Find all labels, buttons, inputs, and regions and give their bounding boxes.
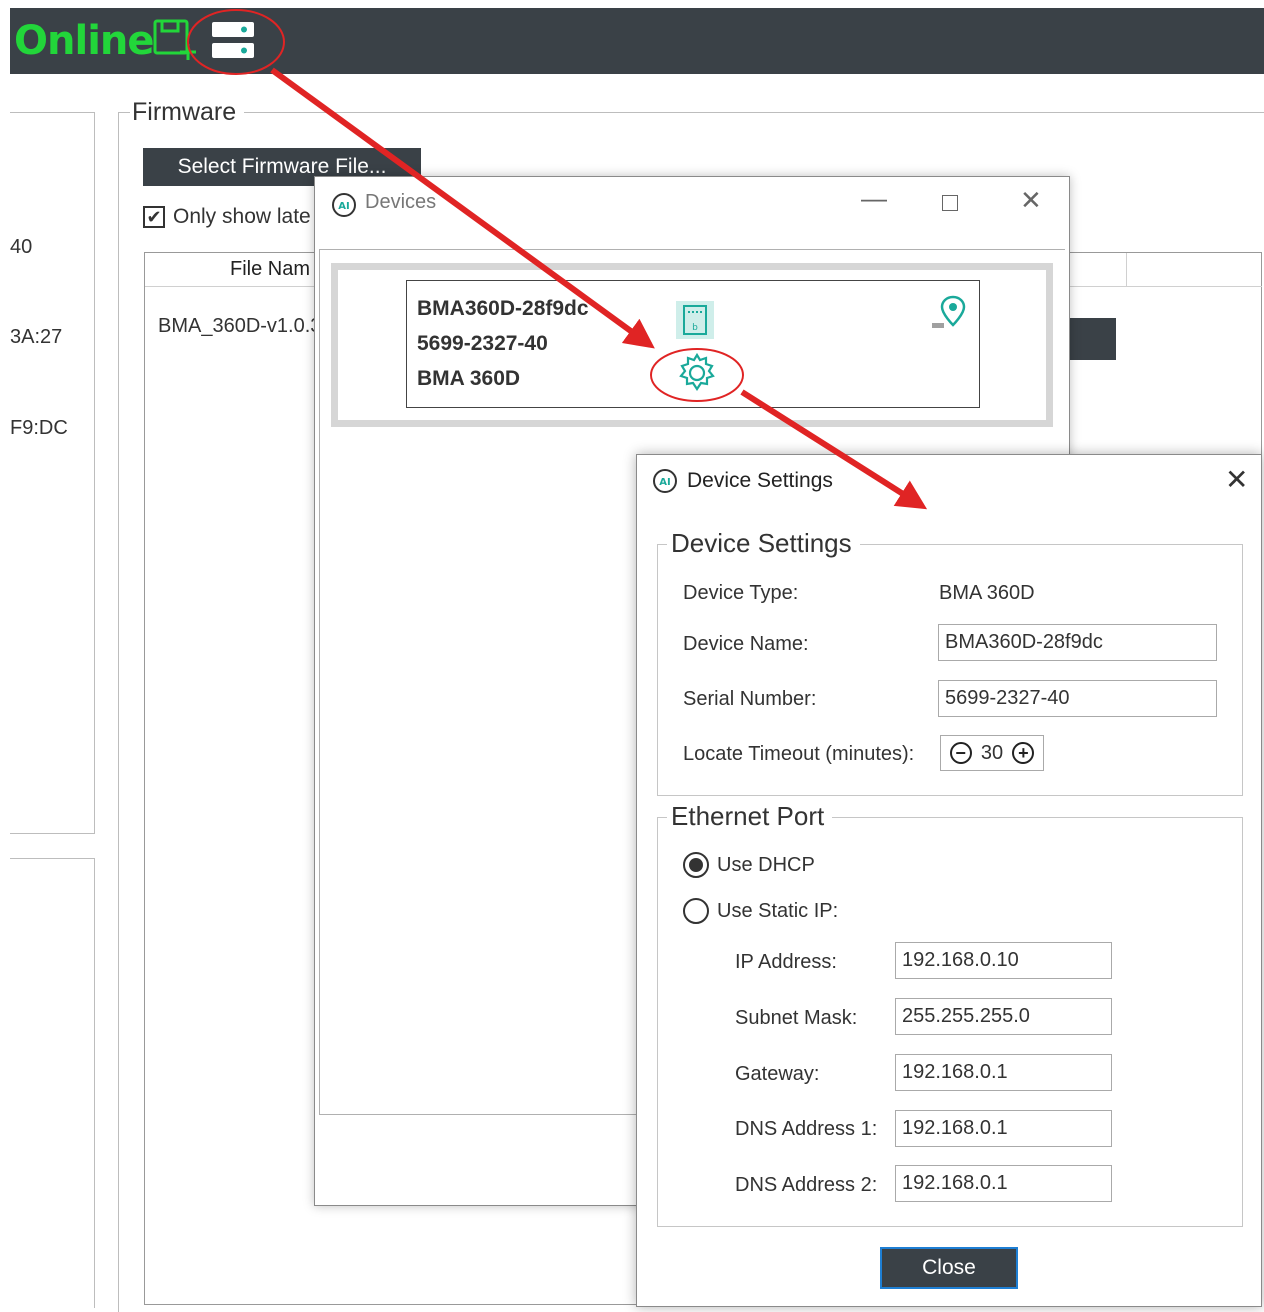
annotation-arrow bbox=[740, 389, 928, 510]
highlight-circle bbox=[187, 9, 285, 75]
highlight-circle bbox=[650, 348, 744, 402]
annotation-arrow bbox=[270, 67, 655, 349]
annotation-overlay bbox=[187, 9, 928, 510]
